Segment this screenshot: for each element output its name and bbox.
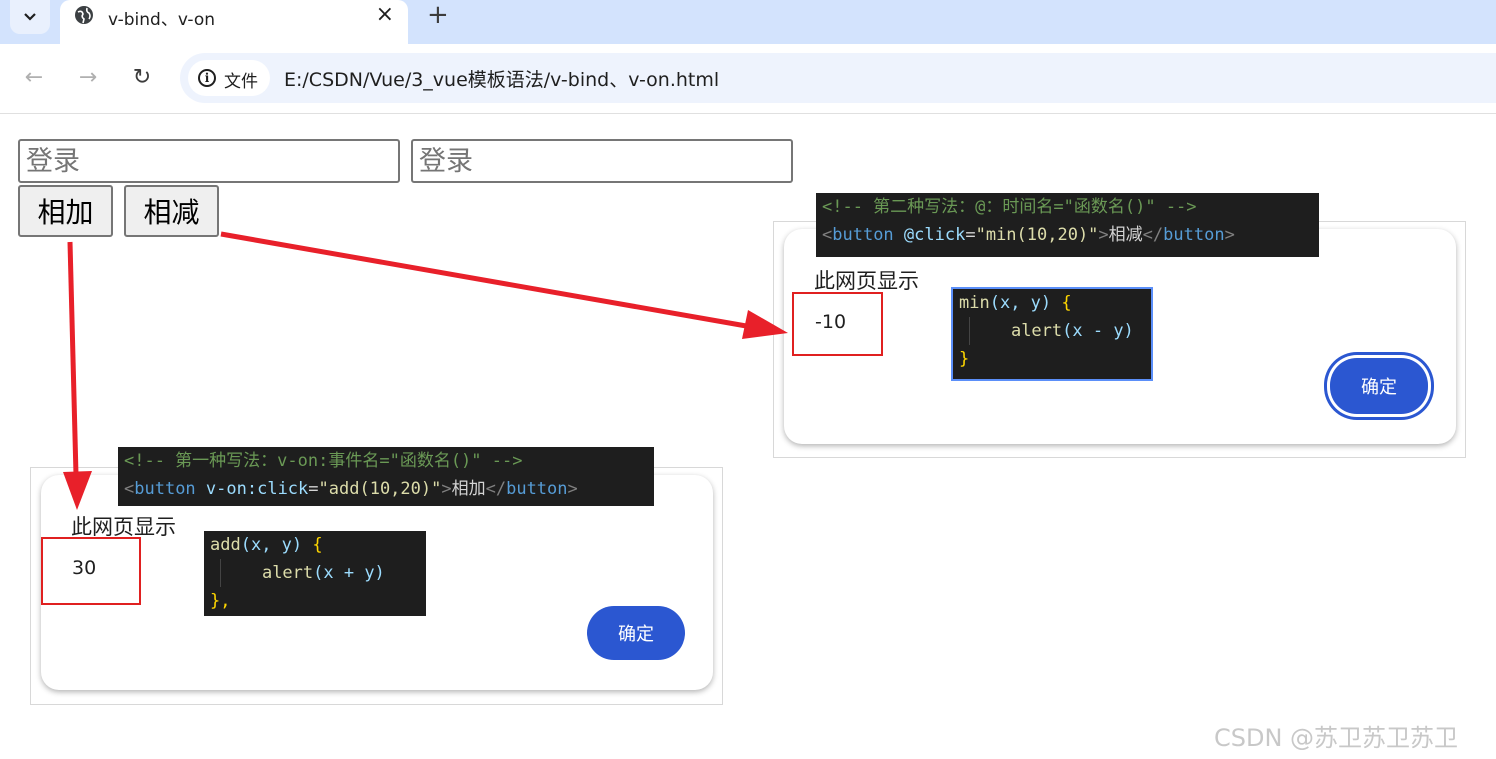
arrow-to-add-alert xyxy=(67,241,79,476)
watermark: CSDN @苏卫苏卫苏卫 xyxy=(1214,724,1459,752)
arrowhead-icon xyxy=(63,471,92,510)
annotation-arrows xyxy=(63,231,788,510)
arrow-to-subtract-alert xyxy=(220,231,753,330)
arrowhead-icon xyxy=(742,310,788,339)
